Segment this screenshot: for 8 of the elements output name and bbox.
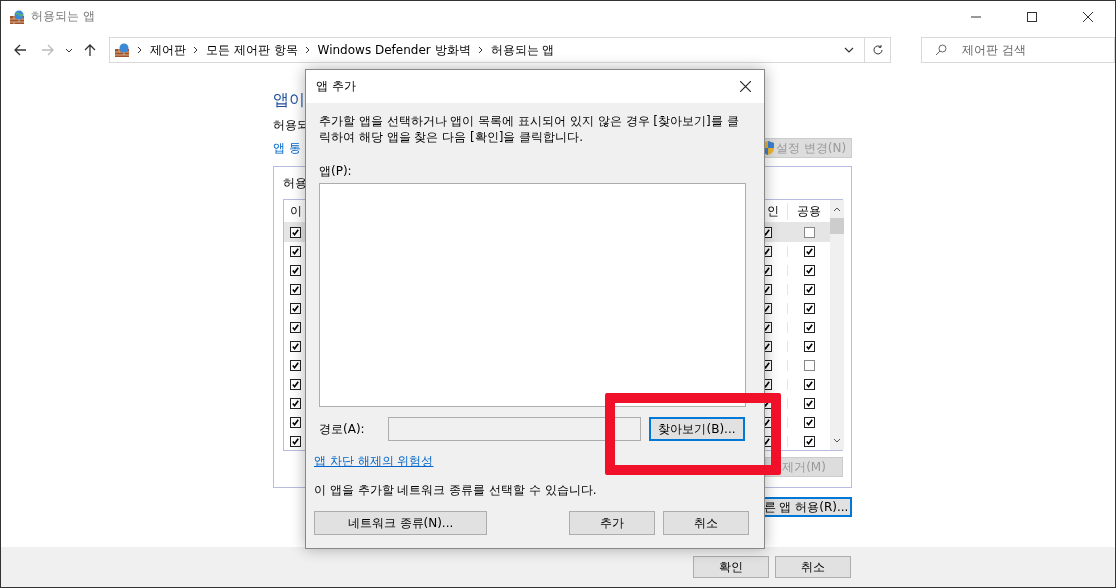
instructions-text: 추가할 앱을 선택하거나 앱이 목록에 표시되어 있지 않은 경우 [찾아보기]를 클릭하여 해당 앱을 찾은 다음 [확인]을 클릭합니다. xyxy=(319,113,740,145)
network-note: 이 앱을 추가할 네트워크 종류를 선택할 수 있습니다. xyxy=(314,482,598,499)
field-label: 경로(A): xyxy=(319,420,366,438)
window-title: 허용되는 앱 xyxy=(31,8,95,25)
page-heading: 앱이 xyxy=(273,90,306,111)
dialog-title: 앱 추가 xyxy=(316,78,356,95)
field-label: 앱(P): xyxy=(319,163,353,180)
group-label: 허용 xyxy=(283,175,308,192)
